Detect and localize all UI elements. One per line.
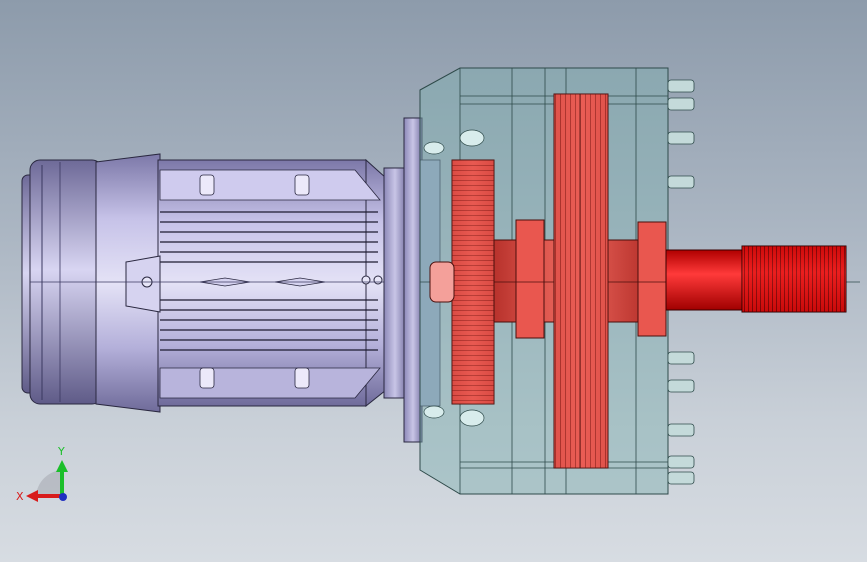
x-axis-label: X [16,490,24,503]
y-axis-arrowhead [56,460,68,472]
gear-motor-model[interactable]: X Y [0,0,867,562]
output-shaft[interactable] [665,245,847,313]
cad-viewport[interactable]: X Y [0,0,867,562]
x-axis-arrowhead [26,490,38,502]
input-pinion-gear[interactable] [451,159,495,405]
coordinate-triad: X Y [16,445,68,503]
output-gear[interactable] [553,93,609,469]
motor-body[interactable] [95,153,387,413]
motor-end-cap[interactable] [21,159,103,405]
z-axis-dot [59,493,67,501]
y-axis-label: Y [57,445,65,458]
